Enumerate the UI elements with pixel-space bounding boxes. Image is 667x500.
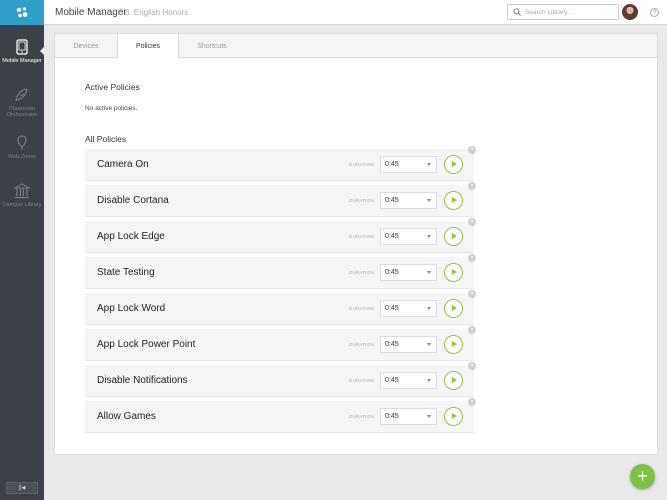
sidebar-item-label: Classroom Orchestrator [6, 106, 38, 118]
policy-row: App Lock Edge DURATION: 0:45 × [85, 218, 476, 253]
duration-label: DURATION: [349, 378, 376, 383]
remove-icon[interactable]: × [468, 398, 476, 406]
duration-select[interactable]: 0:45 [380, 336, 437, 353]
policy-name: Disable Notifications [97, 375, 188, 386]
search-box[interactable] [507, 4, 619, 20]
breadcrumb-app[interactable]: Mobile Manager [55, 7, 127, 18]
avatar[interactable] [622, 4, 638, 20]
policy-name: Disable Cortana [97, 195, 169, 206]
sidebar-item-campus-library[interactable]: Campus Library [0, 169, 44, 217]
search-input[interactable] [525, 8, 615, 16]
duration-value: 0:45 [385, 161, 399, 168]
policy-row: App Lock Word DURATION: 0:45 × [85, 290, 476, 325]
tab-devices[interactable]: Devices [55, 34, 117, 58]
top-bar: Mobile Manager \ 3. English Honors ? [44, 0, 667, 25]
duration-select[interactable]: 0:45 [380, 228, 437, 245]
map-pin-icon [17, 135, 27, 150]
duration-select[interactable]: 0:45 [380, 192, 437, 209]
duration-label: DURATION: [349, 162, 376, 167]
policy-row: Allow Games DURATION: 0:45 × [85, 398, 476, 433]
remove-icon[interactable]: × [468, 290, 476, 298]
sidebar-item-label: Mobile Manager [2, 58, 42, 64]
play-button[interactable] [444, 407, 463, 426]
tab-policies[interactable]: Policies [117, 34, 179, 59]
policy-row: State Testing DURATION: 0:45 × [85, 254, 476, 289]
duration-select[interactable]: 0:45 [380, 408, 437, 425]
library-icon [14, 183, 30, 199]
add-policy-button[interactable]: + [630, 464, 655, 489]
policy-row: Disable Notifications DURATION: 0:45 × [85, 362, 476, 397]
logo-icon [16, 6, 28, 17]
remove-icon[interactable]: × [468, 182, 476, 190]
policy-name: Camera On [97, 159, 149, 170]
policy-name: App Lock Word [97, 303, 166, 314]
remove-icon[interactable]: × [468, 146, 476, 154]
search-icon [513, 8, 521, 16]
chevron-down-icon [427, 307, 431, 310]
sidebar-item-mobile-manager[interactable]: Mobile Manager [0, 25, 44, 73]
duration-value: 0:45 [385, 305, 399, 312]
chevron-down-icon [427, 163, 431, 166]
sidebar: Mobile Manager Classroom Orchestrator We… [0, 0, 44, 500]
play-button[interactable] [444, 191, 463, 210]
duration-label: DURATION: [349, 198, 376, 203]
policy-row: Camera On DURATION: 0:45 × [85, 146, 476, 181]
duration-value: 0:45 [385, 377, 399, 384]
policy-name: State Testing [97, 267, 155, 278]
play-button[interactable] [444, 263, 463, 282]
remove-icon[interactable]: × [468, 326, 476, 334]
sidebar-item-label: Campus Library [2, 202, 42, 208]
play-button[interactable] [444, 299, 463, 318]
duration-select[interactable]: 0:45 [380, 156, 437, 173]
chevron-down-icon [427, 235, 431, 238]
chevron-down-icon [427, 415, 431, 418]
help-icon[interactable]: ? [650, 8, 659, 17]
breadcrumb-class[interactable]: 3. English Honors [125, 8, 188, 17]
duration-value: 0:45 [385, 413, 399, 420]
duration-select[interactable]: 0:45 [380, 300, 437, 317]
policy-name: App Lock Edge [97, 231, 165, 242]
duration-label: DURATION: [349, 270, 376, 275]
tab-bar: Devices Policies Shortcuts [55, 34, 657, 59]
policies-panel: Devices Policies Shortcuts Active Polici… [54, 33, 658, 455]
duration-select[interactable]: 0:45 [380, 372, 437, 389]
policy-name: App Lock Power Point [97, 339, 196, 350]
chevron-down-icon [427, 343, 431, 346]
remove-icon[interactable]: × [468, 254, 476, 262]
tablet-icon [16, 39, 28, 55]
collapse-sidebar-button[interactable]: []◀ [6, 482, 38, 494]
feather-icon [15, 88, 28, 102]
duration-value: 0:45 [385, 233, 399, 240]
active-policies-title: Active Policies [85, 82, 140, 92]
sidebar-item-label: Web Zones [7, 154, 37, 160]
duration-select[interactable]: 0:45 [380, 264, 437, 281]
duration-label: DURATION: [349, 414, 376, 419]
duration-value: 0:45 [385, 341, 399, 348]
sidebar-item-classroom-orchestrator[interactable]: Classroom Orchestrator [0, 73, 44, 121]
policy-row: App Lock Power Point DURATION: 0:45 × [85, 326, 476, 361]
app-logo[interactable] [0, 0, 44, 25]
remove-icon[interactable]: × [468, 218, 476, 226]
play-button[interactable] [444, 227, 463, 246]
duration-value: 0:45 [385, 197, 399, 204]
chevron-down-icon [427, 379, 431, 382]
play-button[interactable] [444, 371, 463, 390]
policy-row: Disable Cortana DURATION: 0:45 × [85, 182, 476, 217]
duration-value: 0:45 [385, 269, 399, 276]
duration-label: DURATION: [349, 306, 376, 311]
all-policies-title: All Policies [85, 134, 127, 144]
remove-icon[interactable]: × [468, 362, 476, 370]
play-button[interactable] [444, 335, 463, 354]
duration-label: DURATION: [349, 342, 376, 347]
sidebar-item-web-zones[interactable]: Web Zones [0, 121, 44, 169]
tab-shortcuts[interactable]: Shortcuts [181, 34, 243, 58]
policy-name: Allow Games [97, 411, 156, 422]
no-active-policies-text: No active policies. [85, 105, 138, 112]
duration-label: DURATION: [349, 234, 376, 239]
play-button[interactable] [444, 155, 463, 174]
chevron-down-icon [427, 271, 431, 274]
chevron-down-icon [427, 199, 431, 202]
breadcrumb-separator: \ [120, 7, 123, 17]
